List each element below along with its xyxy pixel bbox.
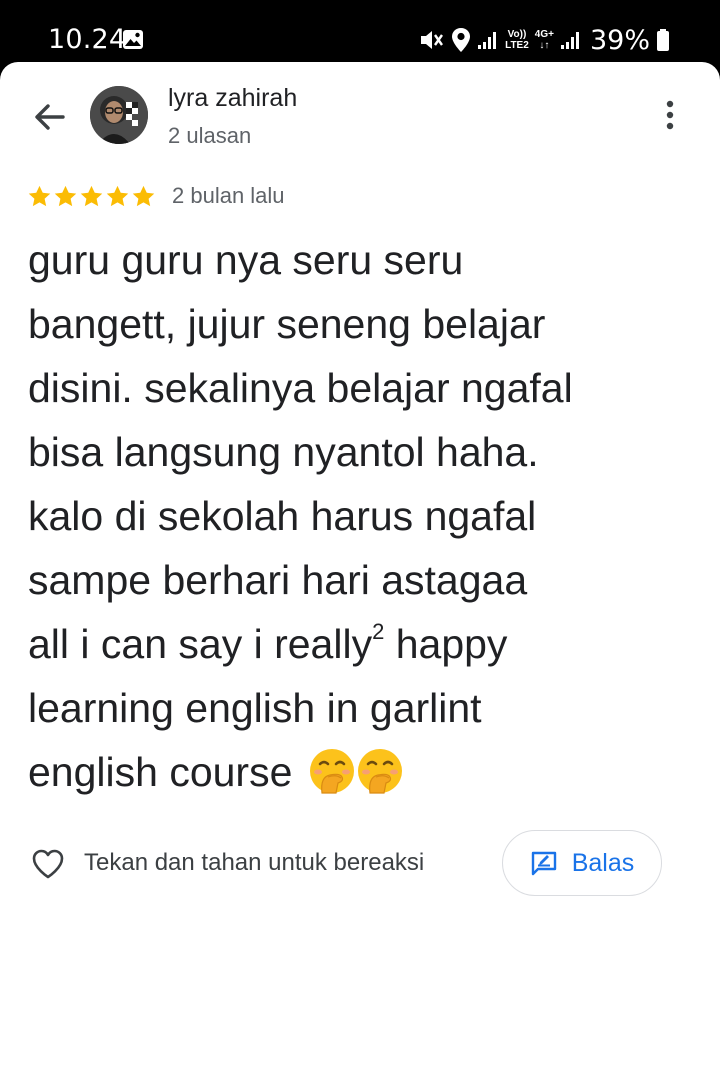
network-indicator: 4G+ ↓↑: [535, 29, 554, 51]
mute-icon: [421, 31, 444, 49]
status-time: 10.24: [48, 24, 127, 55]
signal-icon-2: [560, 32, 579, 49]
battery-percent: 39%: [589, 24, 650, 56]
star-icon: [132, 185, 155, 206]
status-icons: Vo)) LTE2 4G+ ↓↑ 39%: [419, 24, 670, 56]
emoji-hand-over-mouth-icon: [309, 749, 354, 794]
signal-icon: [478, 32, 497, 49]
status-bar: 10.24 Vo)) LTE2 4G+ ↓↑ 39%: [0, 0, 720, 68]
avatar[interactable]: [90, 86, 148, 144]
review-text: guru guru nya seru seru bangett, jujur s…: [28, 228, 698, 804]
reply-label: Balas: [571, 848, 635, 877]
volte-bottom: LTE2: [505, 40, 529, 51]
review-count: 2 ulasan: [168, 123, 252, 148]
reply-icon: [531, 851, 556, 876]
volte-indicator: Vo)) LTE2: [505, 29, 529, 51]
review-date: 2 bulan lalu: [172, 183, 285, 208]
emoji-hand-over-mouth-icon-2: [357, 749, 402, 794]
volte-top: Vo)): [507, 29, 527, 40]
net-top: 4G+: [534, 29, 554, 40]
star-rating: [27, 184, 156, 209]
review-text-main: guru guru nya seru seru bangett, jujur s…: [28, 237, 573, 667]
net-bottom: ↓↑: [539, 40, 550, 51]
star-icon: [54, 185, 77, 206]
location-icon: [452, 28, 471, 52]
review-text-superscript: 2: [372, 619, 385, 644]
more-vert-icon[interactable]: [655, 97, 685, 133]
heart-outline-icon[interactable]: [30, 846, 66, 882]
battery-icon: [657, 29, 669, 51]
reply-button[interactable]: Balas: [502, 830, 662, 896]
react-hint[interactable]: Tekan dan tahan untuk bereaksi: [84, 849, 424, 877]
gallery-icon: [123, 30, 143, 49]
rating-row: 2 bulan lalu: [27, 183, 285, 209]
star-icon: [28, 185, 51, 206]
star-icon: [80, 185, 103, 206]
star-icon: [106, 185, 129, 206]
reviewer-name[interactable]: lyra zahirah: [168, 84, 297, 113]
back-arrow-icon[interactable]: [30, 98, 68, 136]
